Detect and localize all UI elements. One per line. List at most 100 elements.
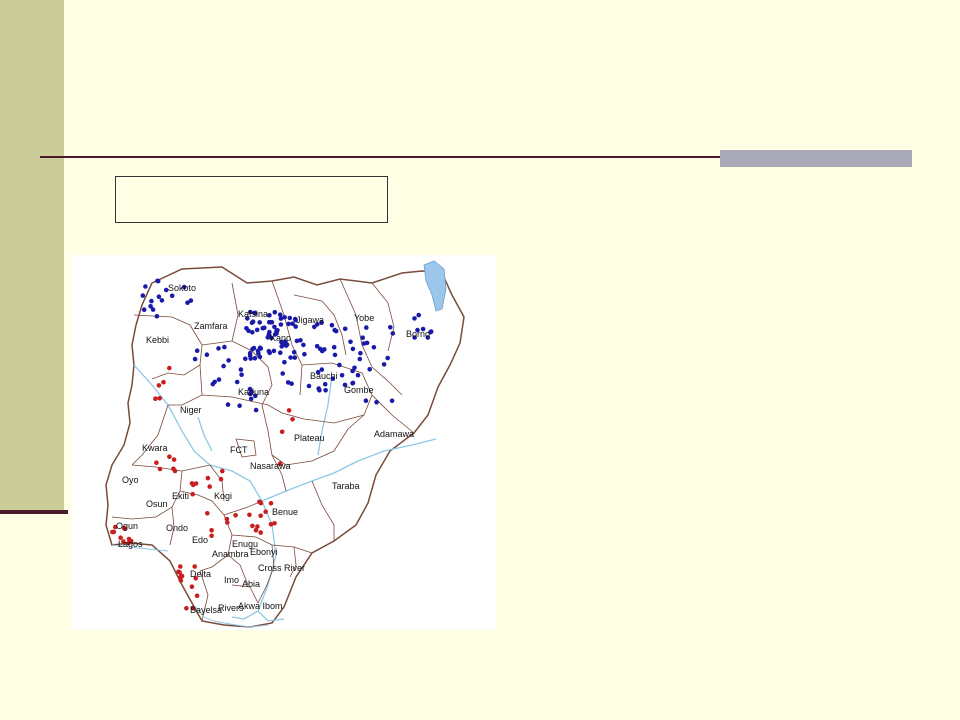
label-lagos: Lagos (118, 539, 143, 549)
empty-caption-box (115, 176, 388, 223)
map-dot (209, 528, 214, 533)
map-dot (364, 325, 369, 330)
map-dot (248, 396, 254, 402)
map-dot (291, 350, 297, 355)
map-dot (190, 491, 195, 497)
map-dot (286, 408, 292, 413)
map-dot (220, 468, 225, 474)
label-ekiti: Ekiti (172, 491, 189, 501)
label-ebonyi: Ebonyi (250, 547, 278, 557)
divider-accent-block (720, 150, 912, 167)
label-nasarawa: Nasarawa (250, 461, 291, 471)
map-dot (337, 362, 342, 368)
map-dot (416, 312, 422, 318)
map-dot (282, 315, 287, 320)
map-dot (204, 352, 210, 357)
map-dot (388, 325, 393, 330)
map-dot (171, 457, 177, 462)
map-dot (167, 365, 172, 371)
map-dot (257, 354, 263, 360)
map-dot (194, 593, 200, 599)
map-dot (216, 346, 221, 351)
map-dot (268, 501, 274, 506)
map-dot (248, 356, 253, 361)
label-ogun: Ogun (116, 521, 138, 531)
map-dot (306, 383, 312, 389)
label-benue: Benue (272, 507, 298, 517)
map-dot (250, 319, 256, 324)
label-zamfara: Zamfara (194, 321, 228, 331)
map-dot (237, 403, 242, 408)
map-dot (323, 388, 328, 393)
map-dot (278, 350, 283, 355)
map-dot (226, 358, 231, 363)
map-dot (331, 344, 337, 350)
map-dot (150, 307, 156, 312)
map-dot (290, 417, 295, 422)
map-dot (271, 348, 277, 354)
label-kwara: Kwara (142, 443, 168, 453)
map-dot (268, 320, 273, 325)
map-dot (192, 356, 198, 362)
map-dot (342, 326, 348, 332)
map-dot (258, 513, 263, 519)
map-dot (282, 359, 287, 365)
map-dot (355, 372, 361, 378)
map-dot (209, 533, 214, 539)
nigeria-map-panel: Sokoto Katsina Jigawa Yobe Borno Zamfara… (72, 255, 495, 630)
map-dot (149, 298, 154, 304)
label-jigawa: Jigawa (296, 315, 324, 325)
map-dot (238, 367, 244, 372)
map-dot (319, 348, 325, 354)
map-dot (178, 564, 183, 569)
map-dot (250, 346, 255, 352)
map-dot (288, 355, 293, 360)
label-borno: Borno (406, 329, 430, 339)
map-dot (371, 345, 377, 350)
label-delta: Delta (190, 569, 211, 579)
map-dot (140, 293, 146, 298)
map-dot (267, 350, 272, 356)
map-dot (348, 339, 353, 345)
map-dot (367, 367, 373, 372)
map-dot (381, 362, 387, 367)
map-dot (178, 573, 184, 579)
label-akwa-ibom: Akwa Ibom (238, 601, 283, 611)
label-anambra: Anambra (212, 549, 249, 559)
map-dot (247, 512, 252, 518)
map-dot (350, 346, 356, 352)
map-dot (110, 529, 115, 535)
map-dot (360, 335, 366, 340)
label-taraba: Taraba (332, 481, 360, 491)
label-katsina: Katsina (238, 309, 268, 319)
map-dot (157, 396, 162, 401)
label-fct: FCT (230, 445, 248, 455)
map-dot (333, 328, 339, 334)
map-dot (280, 371, 285, 376)
map-dot (287, 315, 293, 321)
map-dot (286, 321, 291, 327)
map-dot (161, 379, 166, 385)
label-gombe: Gombe (344, 385, 374, 395)
map-dot (390, 331, 396, 336)
map-dot (279, 429, 285, 435)
map-dot (225, 402, 231, 407)
map-dot (156, 294, 162, 299)
map-dot (233, 513, 238, 518)
map-dot (258, 530, 263, 535)
label-sokoto: Sokoto (168, 283, 196, 293)
map-dot (358, 350, 363, 356)
map-dot (314, 343, 320, 349)
map-dot (257, 320, 262, 325)
map-dot (141, 307, 147, 312)
map-dot (234, 379, 240, 385)
label-osun: Osun (146, 499, 168, 509)
map-dot (154, 460, 159, 465)
map-dot (254, 327, 260, 333)
label-bauchi: Bauchi (310, 371, 338, 381)
map-dot (412, 316, 417, 321)
label-plateau: Plateau (294, 433, 325, 443)
map-dot (239, 372, 244, 377)
map-dot (272, 309, 278, 315)
map-dot (205, 475, 211, 481)
